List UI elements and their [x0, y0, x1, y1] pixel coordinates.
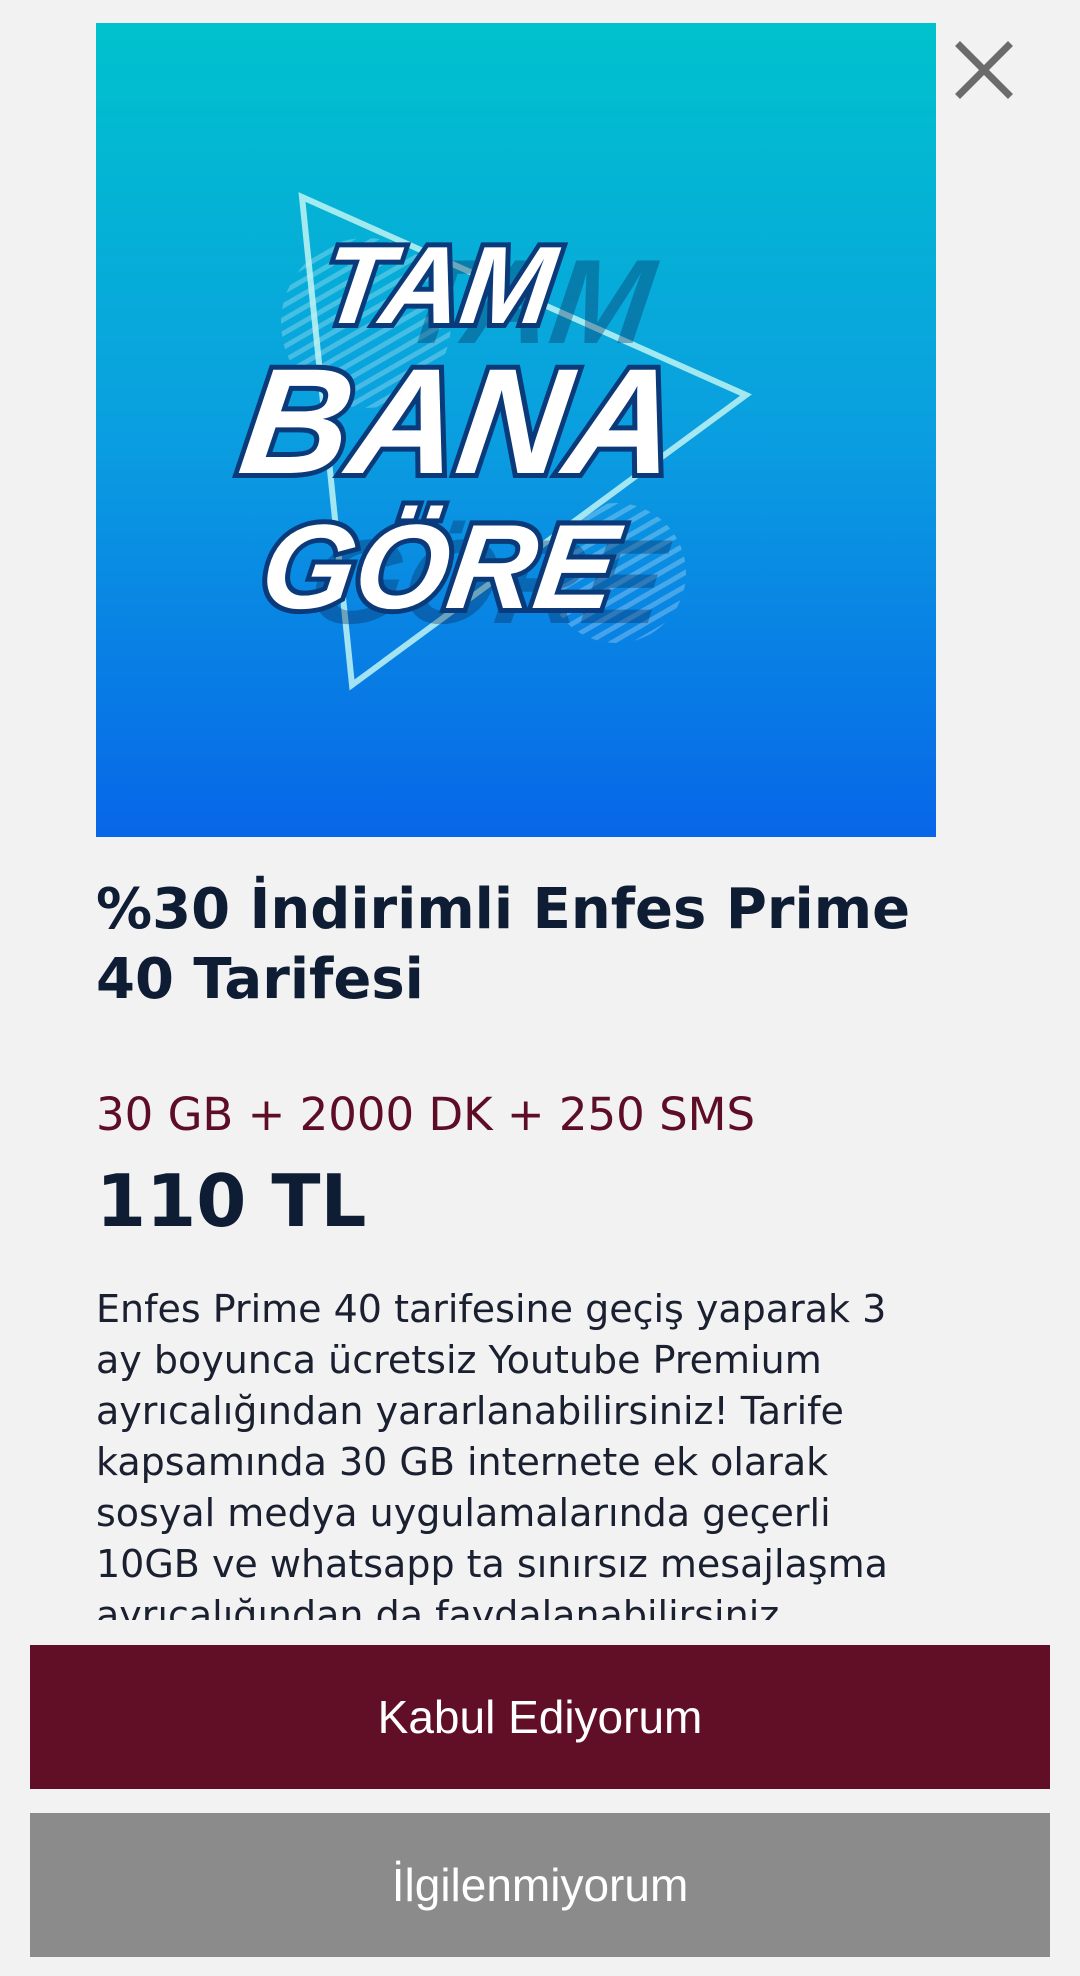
offer-package: 30 GB + 2000 DK + 250 SMS [96, 1088, 756, 1141]
accept-button[interactable]: Kabul Ediyorum [30, 1645, 1050, 1789]
banner-title-line-3: GÖRE [253, 500, 629, 634]
promo-banner-image: TAM GÖRE TAM BANA GÖRE [96, 23, 936, 837]
offer-price: 110 TL [96, 1159, 367, 1243]
offer-title: %30 İndirimli Enfes Prime 40 Tarifesi [96, 877, 911, 1012]
close-icon [955, 41, 1013, 99]
offer-description: Enfes Prime 40 tarifesine geçiş yaparak … [96, 1287, 888, 1620]
banner-title-line-2: BANA [232, 338, 689, 505]
close-button[interactable] [948, 34, 1020, 106]
decline-button[interactable]: İlgilenmiyorum [30, 1813, 1050, 1957]
offer-description-scroll[interactable]: Enfes Prime 40 tarifesine geçiş yaparak … [96, 1284, 936, 1620]
promo-banner-art: TAM GÖRE TAM BANA GÖRE [227, 192, 752, 691]
banner-title-line-1: TAM [315, 224, 565, 346]
